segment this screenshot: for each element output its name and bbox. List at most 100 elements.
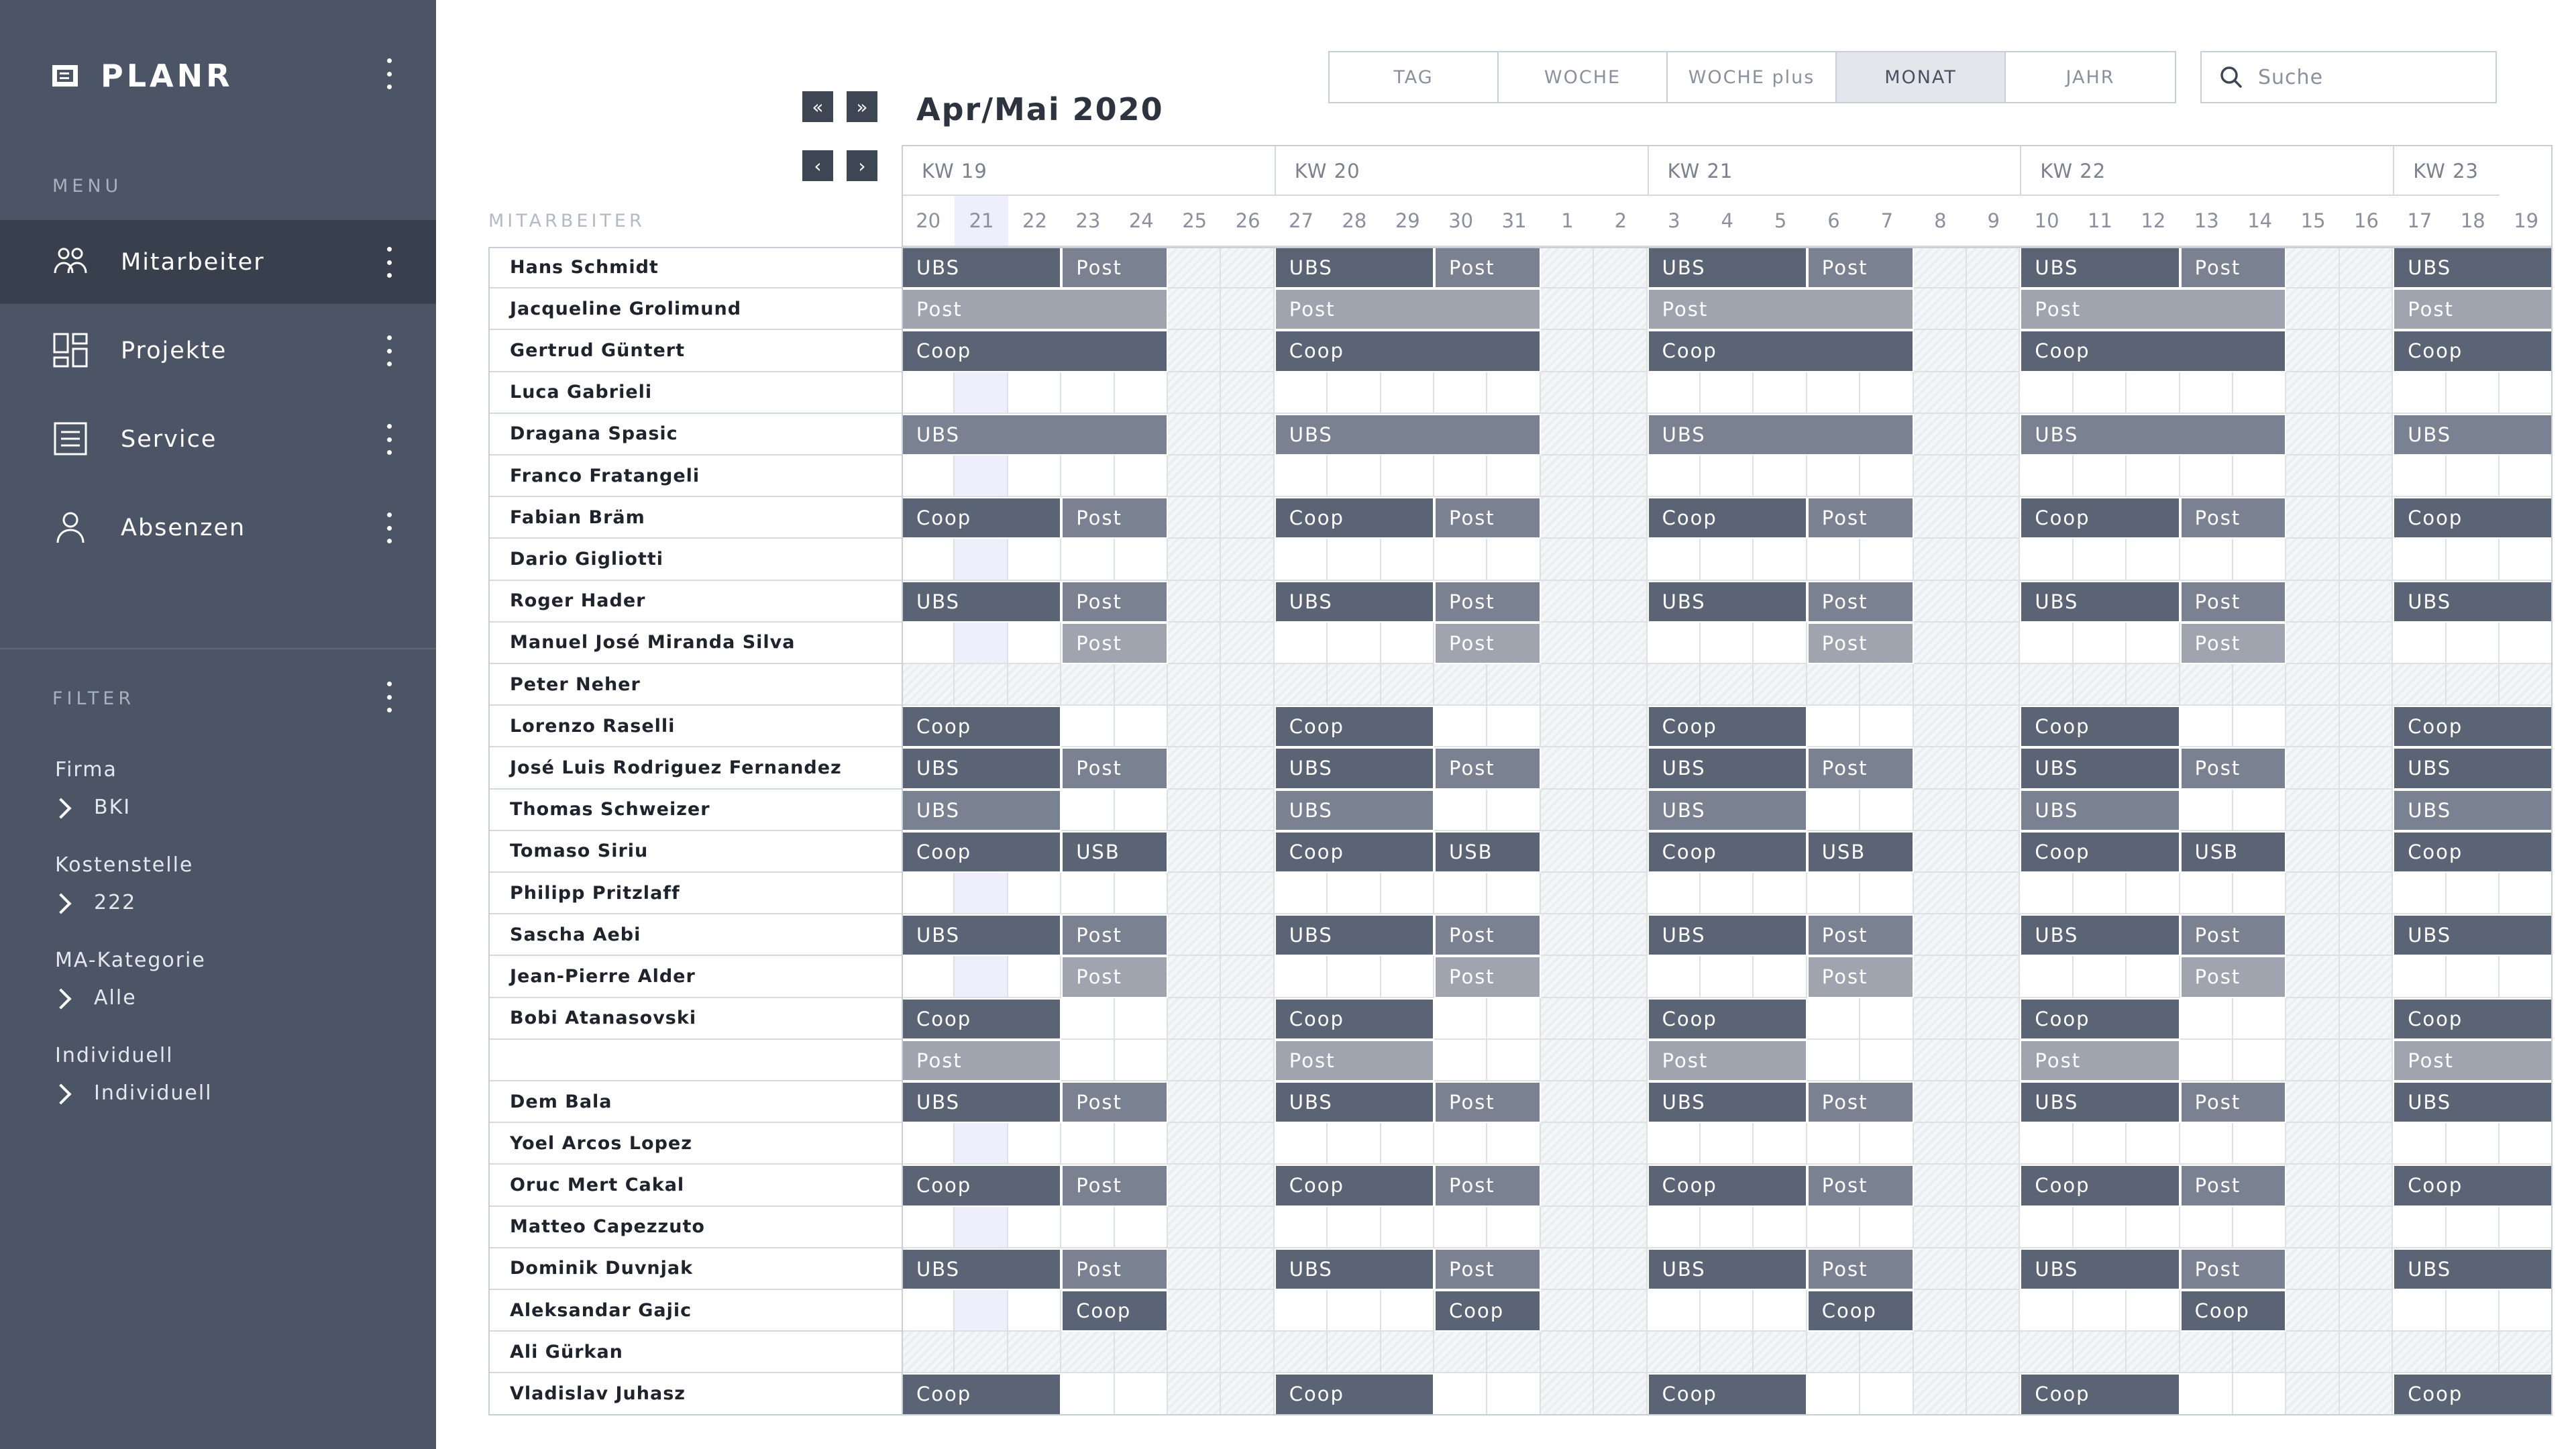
schedule-cell[interactable] [1754,622,1807,664]
day-header[interactable]: 26 [1221,196,1275,247]
schedule-cell[interactable] [1540,622,1595,664]
schedule-cell[interactable] [2286,372,2340,414]
day-header[interactable]: 13 [2180,196,2233,247]
schedule-cell[interactable] [2180,1206,2233,1248]
schedule-cell[interactable] [2339,664,2394,706]
schedule-cell[interactable] [1967,914,2021,957]
schedule-cell[interactable] [902,539,955,581]
schedule-cell[interactable] [2393,1332,2447,1374]
schedule-cell[interactable] [1701,664,1754,706]
assignment-bar[interactable]: Coop [902,998,1062,1040]
schedule-cell[interactable] [1860,455,1914,498]
schedule-cell[interactable] [2020,1206,2074,1248]
schedule-cell[interactable] [2393,455,2447,498]
schedule-cell[interactable] [1221,1290,1275,1332]
employee-name[interactable]: Manuel José Miranda Silva [488,622,902,664]
schedule-cell[interactable] [1114,1332,1168,1374]
schedule-cell[interactable] [1008,1206,1062,1248]
schedule-cell[interactable] [1221,413,1275,455]
schedule-cell[interactable] [1594,830,1648,873]
schedule-cell[interactable] [1913,372,1967,414]
schedule-cell[interactable] [2286,1165,2340,1207]
schedule-cell[interactable] [1754,1206,1807,1248]
schedule-cell[interactable] [1913,1248,1967,1290]
schedule-cell[interactable] [1913,1332,1967,1374]
assignment-bar[interactable]: UBS [2393,1081,2553,1124]
assignment-bar[interactable]: UBS [1274,1248,1434,1290]
assignment-bar[interactable]: UBS [2020,580,2180,623]
assignment-bar[interactable]: Coop [1807,1290,1914,1332]
assignment-bar[interactable]: Coop [1647,706,1807,748]
schedule-cell[interactable] [1647,1206,1701,1248]
assignment-bar[interactable]: UBS [2020,1248,2180,1290]
assignment-bar[interactable]: UBS [2393,580,2553,623]
schedule-cell[interactable] [1008,539,1062,581]
schedule-cell[interactable] [1221,330,1275,372]
assignment-bar[interactable]: Coop [2393,830,2553,873]
schedule-cell[interactable] [2339,1165,2394,1207]
assignment-bar[interactable]: UBS [1647,789,1807,831]
assignment-bar[interactable]: Post [1807,1248,1914,1290]
schedule-cell[interactable] [1168,789,1222,831]
schedule-cell[interactable] [1061,455,1115,498]
schedule-cell[interactable] [2180,1039,2233,1081]
schedule-cell[interactable] [1061,1206,1115,1248]
schedule-cell[interactable] [1540,789,1595,831]
schedule-cell[interactable] [2073,539,2127,581]
assignment-bar[interactable]: Post [1434,914,1541,957]
schedule-cell[interactable] [1594,539,1648,581]
assignment-bar[interactable]: Coop [1647,330,1914,372]
schedule-cell[interactable] [955,664,1008,706]
employee-name[interactable]: Dem Bala [488,1081,902,1124]
view-woche-button[interactable]: WOCHE [1499,52,1668,102]
assignment-bar[interactable]: Coop [1647,497,1807,539]
schedule-cell[interactable] [1807,1206,1861,1248]
schedule-cell[interactable] [1967,1165,2021,1207]
schedule-cell[interactable] [2127,455,2180,498]
schedule-cell[interactable] [1221,1373,1275,1415]
day-header[interactable]: 15 [2286,196,2340,247]
schedule-cell[interactable] [2180,664,2233,706]
schedule-cell[interactable] [2233,1039,2287,1081]
schedule-cell[interactable] [1701,1123,1754,1165]
employee-name[interactable]: Roger Hader [488,580,902,623]
schedule-cell[interactable] [2020,873,2074,915]
schedule-cell[interactable] [902,1290,955,1332]
schedule-cell[interactable] [1061,789,1115,831]
schedule-cell[interactable] [2020,664,2074,706]
assignment-bar[interactable]: UBS [1647,1081,1807,1124]
schedule-cell[interactable] [1647,539,1701,581]
schedule-cell[interactable] [2339,956,2394,998]
schedule-cell[interactable] [2446,539,2500,581]
employee-name[interactable]: Gertrud Güntert [488,330,902,372]
schedule-cell[interactable] [1913,330,1967,372]
next-period-fast-button[interactable]: » [847,91,877,122]
schedule-cell[interactable] [2286,539,2340,581]
schedule-cell[interactable] [955,1332,1008,1374]
schedule-cell[interactable] [1221,580,1275,623]
assignment-bar[interactable]: Coop [1274,998,1434,1040]
employee-name[interactable]: Aleksandar Gajic [488,1290,902,1332]
schedule-cell[interactable] [1754,455,1807,498]
schedule-cell[interactable] [902,1123,955,1165]
day-header[interactable]: 14 [2233,196,2287,247]
filter-value[interactable]: Individuell [94,1081,213,1105]
schedule-cell[interactable] [1221,1248,1275,1290]
schedule-cell[interactable] [1487,789,1541,831]
schedule-cell[interactable] [1168,1081,1222,1124]
day-header[interactable]: 6 [1807,196,1861,247]
assignment-bar[interactable]: Post [1061,1081,1168,1124]
assignment-bar[interactable]: Post [1647,288,1914,331]
schedule-cell[interactable] [2500,956,2553,998]
schedule-cell[interactable] [1913,288,1967,331]
schedule-cell[interactable] [1701,1290,1754,1332]
schedule-cell[interactable] [1434,664,1488,706]
schedule-cell[interactable] [1274,372,1328,414]
schedule-cell[interactable] [1701,622,1754,664]
schedule-cell[interactable] [2393,664,2447,706]
employee-name[interactable]: Oruc Mert Cakal [488,1165,902,1207]
schedule-cell[interactable] [1967,455,2021,498]
schedule-cell[interactable] [1967,998,2021,1040]
assignment-bar[interactable]: Coop [2393,998,2553,1040]
schedule-cell[interactable] [1967,1290,2021,1332]
